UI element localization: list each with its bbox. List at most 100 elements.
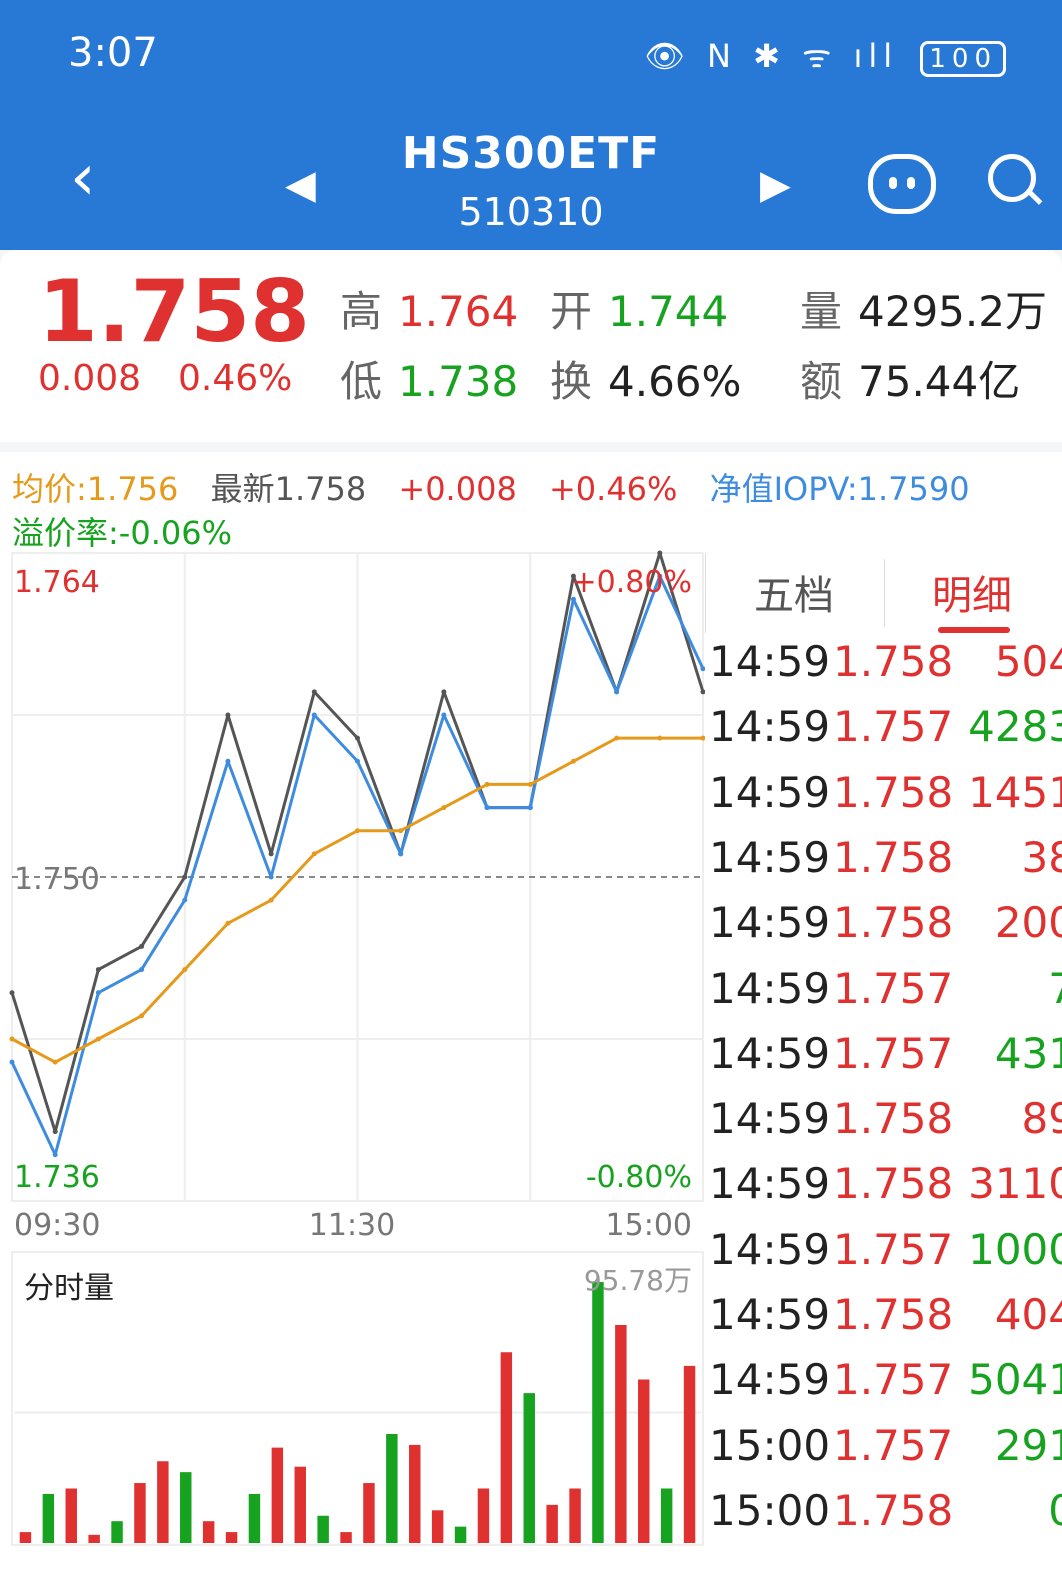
trade-price: 1.758 [833, 1094, 954, 1144]
status-bar: 3:07 👁 N ✱ ᯤ ıll 100 [0, 0, 1062, 110]
series-point [268, 851, 274, 857]
series-point [355, 828, 360, 834]
volume-bar [88, 1534, 100, 1543]
robot-icon[interactable] [868, 154, 936, 214]
next-stock-icon[interactable]: ▶ [760, 162, 791, 208]
volume-bar [454, 1526, 467, 1543]
iopv-value: 净值IOPV:1.7590 [709, 470, 970, 508]
tab-detail[interactable]: 明细 [932, 563, 1012, 621]
series-point [527, 805, 533, 811]
trade-volume: 89 [1021, 1094, 1062, 1144]
series-point [570, 758, 576, 764]
amount-value: 75.44亿 [858, 357, 1021, 406]
trade-price: 1.757 [833, 1355, 954, 1405]
volume-bar [294, 1466, 306, 1543]
trade-price: 1.758 [833, 898, 954, 948]
pct-label-bottom: -0.80% [586, 1160, 692, 1195]
series-point [441, 689, 447, 695]
volume-bar [592, 1282, 604, 1543]
volume-value: 4295.2万 [858, 287, 1047, 336]
tab-level5[interactable]: 五档 [754, 563, 834, 621]
status-icon-group: 👁 N ✱ ᯤ ıll [644, 37, 899, 75]
series-point [182, 897, 188, 903]
trade-volume: 1000 [968, 1224, 1062, 1274]
y-label-mid: 1.750 [14, 862, 100, 897]
volume-max-label: 95.78万 [584, 1264, 692, 1297]
trade-row: 14:59 1.757 7 [705, 964, 1062, 1029]
price-change: 0.008 [38, 358, 142, 399]
series-point [182, 874, 188, 880]
trade-price: 1.757 [833, 1028, 954, 1078]
series-point [441, 805, 447, 811]
trade-row: 14:59 1.758 504 [705, 637, 1062, 702]
volume-bar [500, 1352, 513, 1543]
series-point [225, 712, 231, 718]
trade-time: 15:00 [709, 1420, 831, 1470]
series-point [398, 851, 404, 857]
amount-item: 额 75.44亿 [800, 348, 1020, 409]
battery-icon: 100 [920, 41, 1006, 77]
trade-time: 14:59 [709, 832, 831, 882]
volume-bar [660, 1488, 673, 1543]
turnover-label: 换 [550, 357, 593, 406]
series-point [657, 735, 663, 741]
series-point [484, 805, 490, 811]
trade-price: 1.758 [833, 637, 954, 686]
intraday-chart[interactable]: 1.764 1.750 1.736 +0.80% -0.80% 09:30 11… [0, 452, 705, 1585]
trade-time: 14:59 [709, 898, 831, 948]
amount-label: 额 [800, 357, 843, 406]
x-label-mid: 11:30 [309, 1208, 395, 1243]
volume-bar [134, 1483, 146, 1543]
y-label-bottom: 1.736 [14, 1160, 100, 1195]
trade-price: 1.758 [833, 1290, 954, 1339]
x-label-end: 15:00 [606, 1208, 692, 1243]
status-icons: 👁 N ✱ ᯤ ıll 100 [644, 34, 1006, 77]
pct-label-top: +0.80% [572, 565, 692, 600]
trade-time: 14:59 [709, 1224, 831, 1274]
quote-panel: 1.758 0.008 0.46% 高 1.764 开 1.744 量 4295.2万… [0, 250, 1062, 442]
series-point [311, 689, 317, 695]
trade-volume: 504 [994, 637, 1062, 686]
series-point [95, 1036, 101, 1042]
series-point [52, 1059, 58, 1065]
series-point [311, 712, 317, 718]
trade-row: 14:59 1.758 200 [705, 898, 1062, 963]
volume-bar [19, 1532, 32, 1543]
trade-row: 14:59 1.757 4283 [705, 702, 1062, 767]
volume-title: 分时量 [24, 1271, 114, 1306]
trade-time: 14:59 [709, 1094, 831, 1144]
volume-bar [157, 1461, 169, 1543]
series-point [139, 943, 145, 949]
trade-volume: 200 [994, 898, 1062, 948]
trade-row: 15:00 1.758 0 [705, 1486, 1062, 1551]
search-icon[interactable] [988, 154, 1036, 202]
volume-bar [111, 1521, 123, 1543]
trade-volume: 3110 [968, 1159, 1062, 1209]
volume-bar [202, 1521, 215, 1543]
volume-bar [180, 1472, 192, 1543]
status-time: 3:07 [68, 30, 158, 76]
trade-volume: 38 [1021, 832, 1062, 882]
low-label: 低 [340, 357, 383, 406]
series-point [225, 920, 231, 926]
high-label: 高 [340, 287, 383, 336]
trade-row: 14:59 1.758 404 [705, 1290, 1062, 1355]
series-point [52, 1129, 58, 1135]
series-point [182, 967, 188, 973]
trade-time: 14:59 [709, 1355, 831, 1405]
trade-price: 1.758 [833, 767, 954, 817]
trade-row: 15:00 1.757 291 [705, 1421, 1062, 1486]
volume-bar [225, 1532, 238, 1543]
trade-time: 14:59 [709, 1290, 831, 1339]
series-point [9, 1059, 15, 1065]
x-label-start: 09:30 [14, 1208, 100, 1243]
trade-time: 14:59 [709, 963, 831, 1013]
volume-bar [363, 1483, 375, 1543]
trade-detail-list[interactable]: 14:59 1.758 504 14:59 1.757 4283 14:59 1.758 145… [705, 633, 1062, 1585]
high-item: 高 1.764 [340, 278, 518, 339]
series-point [355, 735, 360, 741]
trade-volume: 1451 [968, 767, 1062, 817]
trade-price: 1.758 [833, 1485, 954, 1535]
trade-volume: 431 [994, 1028, 1062, 1078]
trade-row: 14:59 1.757 431 [705, 1029, 1062, 1094]
